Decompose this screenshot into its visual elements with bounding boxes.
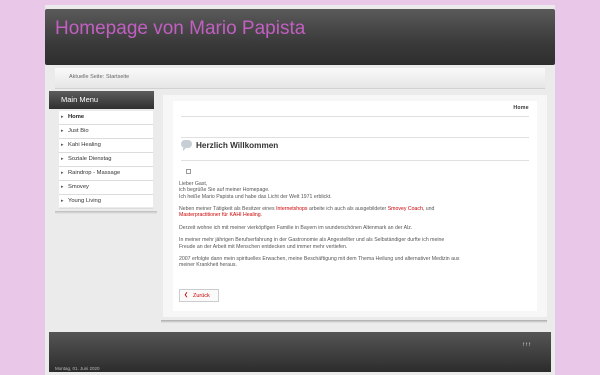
- back-button-label: Zurück: [193, 292, 210, 299]
- page-wrapper: Homepage von Mario Papista Aktuelle Seit…: [45, 5, 555, 375]
- paragraph-work: Neben meiner Tätigkeit als Besitzer eine…: [179, 206, 531, 219]
- sidebar-item-label: Smovey: [68, 184, 89, 190]
- page-title: Herzlich Willkommen: [196, 141, 279, 150]
- sidebar-item-soziale-dienstag[interactable]: ▸ Soziale Dienstag: [59, 153, 153, 167]
- arrow-right-icon: ▸: [61, 114, 64, 120]
- sidebar-item-label: Kahi Healing: [68, 142, 101, 148]
- text-line: In meiner mehr jährigen Berufserfahrung …: [179, 237, 445, 244]
- sidebar-item-young-living[interactable]: ▸ Young Living: [59, 195, 153, 209]
- main-content: Home Herzlich Willkommen Lieber Gast, ic…: [163, 95, 547, 317]
- main-menu: ▸ Home ▸ Just Bio ▸ Kahi Healing ▸ Sozia…: [59, 111, 153, 209]
- site-footer: ↑↑↑: [49, 332, 551, 372]
- smovey-coach-link[interactable]: Smovey Coach: [388, 206, 423, 212]
- article: Home Herzlich Willkommen Lieber Gast, ic…: [173, 101, 537, 311]
- text-line: ich begrüße Sie auf meiner Homepage.: [179, 187, 270, 194]
- breadcrumb-current: Startseite: [106, 74, 130, 80]
- sidebar-item-just-bio[interactable]: ▸ Just Bio: [59, 125, 153, 139]
- paragraph-experience: In meiner mehr jährigen Berufserfahrung …: [179, 237, 531, 250]
- site-title[interactable]: Homepage von Mario Papista: [55, 18, 305, 40]
- back-button[interactable]: ❮ Zurück: [179, 289, 219, 302]
- text-line: Ich heiße Mario Papista und habe das Lic…: [179, 193, 332, 200]
- sidebar-item-label: Raindrop - Massage: [68, 170, 121, 176]
- paragraph-family: Derzeit wohne ich mit meiner vierköpfige…: [179, 224, 413, 231]
- text-fragment: arbeite ich auch als ausgebildeter: [307, 206, 388, 213]
- arrow-right-icon: ▸: [61, 128, 64, 134]
- sidebar-shadow: [55, 211, 157, 214]
- sidebar-item-label: Home: [68, 114, 85, 120]
- divider: [181, 160, 529, 161]
- breadcrumb-prefix: Aktuelle Seite:: [69, 74, 105, 80]
- main-menu-title: Main Menu: [61, 95, 99, 104]
- sidebar-item-smovey[interactable]: ▸ Smovey: [59, 181, 153, 195]
- arrow-right-icon: ▸: [61, 198, 64, 204]
- sidebar-item-label: Young Living: [68, 198, 101, 204]
- text-line: Lieber Gast,: [179, 181, 208, 187]
- sidebar-item-label: Just Bio: [68, 128, 89, 134]
- divider: [181, 116, 529, 117]
- back-to-top-link[interactable]: ↑↑↑: [522, 342, 531, 348]
- article-body: Lieber Gast, ich begrüße Sie auf meiner …: [179, 181, 531, 275]
- image-placeholder-icon: [186, 169, 191, 174]
- text-fragment: Neben meiner Tätigkeit als Besitzer eine…: [179, 206, 277, 213]
- arrow-right-icon: ▸: [61, 184, 64, 190]
- sidebar-item-label: Soziale Dienstag: [68, 156, 112, 162]
- site-header: Homepage von Mario Papista: [45, 9, 555, 65]
- sidebar-item-raindrop-massage[interactable]: ▸ Raindrop - Massage: [59, 167, 153, 181]
- sidebar-item-home[interactable]: ▸ Home: [59, 111, 153, 125]
- text-fragment: .: [260, 212, 263, 219]
- chevron-left-icon: ❮: [184, 292, 189, 298]
- sidebar-item-kahi-healing[interactable]: ▸ Kahi Healing: [59, 139, 153, 153]
- kahi-healing-link[interactable]: Masterpractitioner für KAHI Healing: [179, 212, 261, 218]
- text-fragment: , und: [422, 206, 435, 213]
- text-line: Freude an der Arbeit mit Menschen entdec…: [179, 243, 348, 250]
- divider: [181, 137, 529, 138]
- footer-date: Montag, 01. Juni 2020: [55, 366, 100, 371]
- breadcrumb: Aktuelle Seite: Startseite: [55, 68, 545, 89]
- internetshops-link[interactable]: Internetshops: [276, 206, 307, 212]
- paragraph-awakening: 2007 erfolgte dann mein spirituelles Erw…: [179, 256, 531, 269]
- text-line: meiner Krankheit heraus.: [179, 262, 237, 269]
- content-shadow: [161, 320, 547, 323]
- arrow-right-icon: ▸: [61, 142, 64, 148]
- paragraph-greeting: Lieber Gast, ich begrüße Sie auf meiner …: [179, 181, 531, 200]
- home-link[interactable]: Home: [513, 105, 529, 111]
- arrow-right-icon: ▸: [61, 156, 64, 162]
- speech-bubble-icon: [181, 140, 192, 151]
- text-line: 2007 erfolgte dann mein spirituelles Erw…: [179, 256, 460, 263]
- arrow-right-icon: ▸: [61, 170, 64, 176]
- main-menu-header: Main Menu: [49, 91, 154, 109]
